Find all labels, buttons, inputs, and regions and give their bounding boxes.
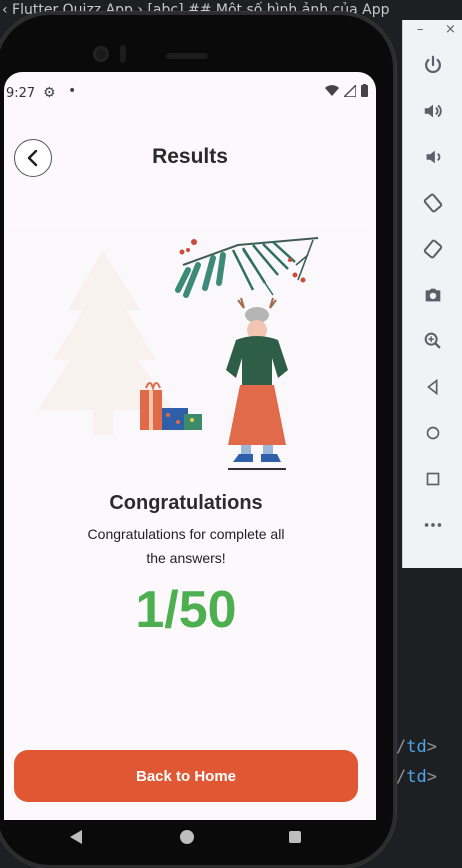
status-bar: 9:27 ⚙ •: [4, 72, 376, 116]
page-title: Results: [152, 145, 228, 168]
emulator-home-button[interactable]: [403, 410, 462, 456]
phone-frame: 9:27 ⚙ • Results Congratulations Congrat…: [0, 12, 396, 868]
settings-gear-icon: ⚙: [43, 85, 56, 101]
code-editor-background: [392, 560, 462, 868]
signal-icon: [344, 84, 356, 97]
emulator-control-panel: – ×: [402, 20, 462, 568]
pine-branch: [175, 237, 319, 298]
front-camera: [93, 46, 109, 62]
wifi-icon: [325, 84, 339, 96]
celebration-illustration: [8, 230, 368, 480]
status-icons: [325, 84, 368, 97]
android-nav-bar: [4, 820, 376, 856]
back-icon: [427, 378, 438, 396]
rotate-left-button[interactable]: [403, 180, 462, 226]
app-screen: 9:27 ⚙ • Results Congratulations Congrat…: [4, 72, 376, 820]
status-time: 9:27: [6, 86, 36, 101]
nav-home-icon[interactable]: [180, 830, 194, 844]
gift-boxes: [140, 382, 202, 430]
emulator-more-button[interactable]: [403, 502, 462, 548]
screenshot-button[interactable]: [403, 272, 462, 318]
minimize-button[interactable]: –: [417, 22, 424, 37]
emulator-back-button[interactable]: [403, 364, 462, 410]
earpiece-speaker: [166, 53, 208, 59]
elderly-woman-figure: [226, 297, 288, 470]
code-line: /td>: [396, 767, 437, 787]
volume-down-icon: [426, 150, 441, 164]
sensor: [120, 45, 126, 63]
camera-icon: [425, 288, 441, 302]
zoom-button[interactable]: [403, 318, 462, 364]
code-line: /td>: [396, 737, 437, 757]
battery-icon: [361, 84, 368, 97]
congratulations-title: Congratulations: [109, 492, 263, 514]
rotate-right-icon: [423, 239, 443, 259]
nav-recents-icon[interactable]: [289, 831, 301, 843]
power-icon: [425, 55, 441, 74]
congratulations-subtitle: Congratulations for complete all the ans…: [87, 526, 285, 566]
score-value: 1/50: [135, 581, 237, 639]
emulator-overview-button[interactable]: [403, 456, 462, 502]
volume-up-icon: [424, 104, 442, 118]
zoom-icon: [424, 332, 441, 349]
power-button[interactable]: [403, 42, 462, 88]
home-icon: [426, 426, 440, 440]
close-button[interactable]: ×: [445, 22, 456, 37]
notification-dot-icon: •: [68, 83, 77, 99]
nav-back-icon[interactable]: [70, 830, 82, 844]
more-icon: [424, 523, 442, 527]
rotate-right-button[interactable]: [403, 226, 462, 272]
rotate-left-icon: [423, 193, 443, 213]
volume-up-button[interactable]: [403, 88, 462, 134]
back-to-home-button[interactable]: Back to Home: [14, 750, 358, 802]
overview-icon: [426, 472, 440, 486]
volume-down-button[interactable]: [403, 134, 462, 180]
panel-window-controls: – ×: [403, 20, 462, 42]
